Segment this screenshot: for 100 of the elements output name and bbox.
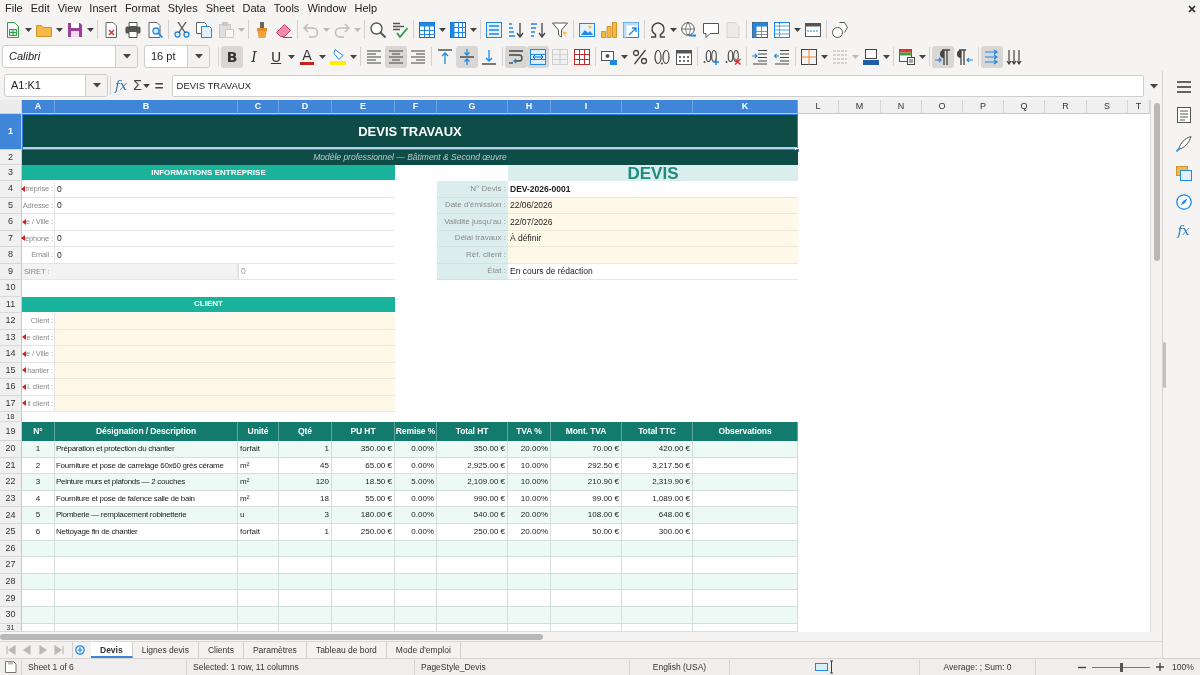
caret-icon[interactable] xyxy=(794,27,801,32)
row-header[interactable]: 27 xyxy=(0,557,22,574)
caret-icon[interactable] xyxy=(1149,83,1158,89)
slider-thumb[interactable] xyxy=(1120,662,1123,672)
column-header[interactable]: M xyxy=(839,100,881,114)
document-icon[interactable] xyxy=(5,661,17,673)
column-header[interactable]: G xyxy=(437,100,508,114)
input-field[interactable] xyxy=(55,379,395,396)
row-header[interactable]: 2 xyxy=(0,150,22,165)
row-header[interactable]: 12 xyxy=(0,313,22,330)
compass-icon[interactable] xyxy=(1175,194,1192,210)
caret-icon[interactable] xyxy=(142,83,150,88)
column-header[interactable]: O xyxy=(922,100,963,114)
name-box[interactable]: A1:K1 xyxy=(4,74,108,97)
column-header[interactable]: Q xyxy=(1004,100,1045,114)
caret-icon[interactable] xyxy=(87,27,94,32)
row-header[interactable]: 19 xyxy=(0,422,22,441)
caret-icon[interactable] xyxy=(670,27,677,32)
row-header[interactable]: 29 xyxy=(0,590,22,607)
row-header[interactable]: 22 xyxy=(0,474,22,491)
caret-icon[interactable] xyxy=(821,54,828,59)
row-header[interactable]: 20 xyxy=(0,441,22,458)
menu-item[interactable]: Styles xyxy=(164,1,201,16)
scrollbar-thumb[interactable] xyxy=(1153,103,1160,261)
caret-icon[interactable] xyxy=(350,54,357,59)
formula-input[interactable]: DEVIS TRAVAUX xyxy=(171,74,1144,97)
overlapping-squares-icon[interactable] xyxy=(1175,165,1192,181)
page-lines-icon[interactable] xyxy=(1175,107,1192,123)
column-header[interactable]: J xyxy=(622,100,693,114)
caret-icon[interactable] xyxy=(470,27,477,32)
input-field[interactable] xyxy=(55,313,395,330)
font-size-field[interactable]: 16 pt xyxy=(144,45,210,68)
caret-icon[interactable] xyxy=(25,27,32,32)
vertical-scrollbar[interactable] xyxy=(1150,100,1162,632)
caret-icon[interactable] xyxy=(56,27,63,32)
menu-item[interactable]: Format xyxy=(121,1,163,16)
sheet-tab[interactable]: Devis xyxy=(91,642,133,658)
row-header[interactable]: 24 xyxy=(0,507,22,524)
column-header[interactable]: S xyxy=(1087,100,1128,114)
menu-item[interactable]: Tools xyxy=(270,1,303,16)
row-header[interactable]: 1 xyxy=(0,114,22,150)
caret-icon[interactable] xyxy=(919,54,926,59)
input-field[interactable] xyxy=(55,346,395,363)
dropdown-button[interactable] xyxy=(115,46,137,67)
column-header[interactable]: H xyxy=(508,100,551,114)
sidebar-grip[interactable] xyxy=(1163,341,1166,388)
column-header[interactable]: L xyxy=(798,100,839,114)
zoom-slider[interactable] xyxy=(1092,662,1150,672)
caret-icon[interactable] xyxy=(883,54,890,59)
column-header[interactable]: N xyxy=(881,100,922,114)
caret-icon[interactable] xyxy=(621,54,628,59)
column-header[interactable]: F xyxy=(395,100,437,114)
row-header[interactable]: 6 xyxy=(0,214,22,231)
bold-button[interactable]: B xyxy=(221,45,243,68)
row-header[interactable]: 4 xyxy=(0,181,22,198)
column-header[interactable]: T xyxy=(1128,100,1150,114)
row-header[interactable]: 16 xyxy=(0,379,22,396)
align-middle-button[interactable] xyxy=(456,45,478,68)
dropdown-button[interactable] xyxy=(85,75,107,96)
scrollbar-thumb[interactable] xyxy=(0,633,543,640)
input-field[interactable] xyxy=(508,247,798,264)
column-header[interactable]: A xyxy=(22,100,55,114)
plus-circle-icon[interactable] xyxy=(75,645,85,655)
font-color-button[interactable]: A xyxy=(296,45,318,68)
sum-button[interactable]: Σ xyxy=(133,77,142,94)
menu-item[interactable]: Sheet xyxy=(202,1,238,16)
column-header[interactable]: K xyxy=(693,100,798,114)
grid-double-arrow-button[interactable] xyxy=(527,45,549,68)
column-header[interactable]: B xyxy=(55,100,238,114)
row-header[interactable]: 8 xyxy=(0,247,22,264)
column-header[interactable]: E xyxy=(332,100,395,114)
box-cursor-icon[interactable] xyxy=(815,660,834,674)
underline-button[interactable]: U xyxy=(265,45,287,68)
column-header[interactable]: R xyxy=(1045,100,1087,114)
menu-item[interactable]: Help xyxy=(351,1,381,16)
menu-item[interactable]: File xyxy=(2,1,26,16)
caret-icon[interactable] xyxy=(288,54,295,59)
column-header[interactable]: I xyxy=(551,100,622,114)
row-header[interactable]: 3 xyxy=(0,165,22,181)
column-header[interactable]: D xyxy=(279,100,332,114)
menu-item[interactable]: Window xyxy=(304,1,350,16)
input-field[interactable]: 22/07/2026 xyxy=(508,214,798,231)
menu-item[interactable]: View xyxy=(54,1,85,16)
wrap-text-button[interactable] xyxy=(505,45,527,68)
menu-item[interactable]: Data xyxy=(239,1,269,16)
row-header[interactable]: 10 xyxy=(0,280,22,297)
menu-item[interactable]: Insert xyxy=(86,1,120,16)
column-header[interactable]: P xyxy=(963,100,1004,114)
functions-button[interactable]: fx xyxy=(1177,223,1190,239)
caret-icon[interactable] xyxy=(439,27,446,32)
menu-icon[interactable] xyxy=(1175,80,1192,94)
formula-button[interactable]: = xyxy=(154,76,164,95)
zoom-in-icon[interactable] xyxy=(1156,663,1164,671)
dropdown-button[interactable] xyxy=(187,46,209,67)
font-name-field[interactable]: Calibri xyxy=(2,45,138,68)
pilcrow-right-arrow-button[interactable] xyxy=(932,45,954,68)
caret-icon[interactable] xyxy=(319,54,326,59)
quill-icon[interactable] xyxy=(1175,136,1192,152)
italic-button[interactable]: I xyxy=(243,45,265,68)
function-wizard-button[interactable]: fx xyxy=(115,77,128,94)
